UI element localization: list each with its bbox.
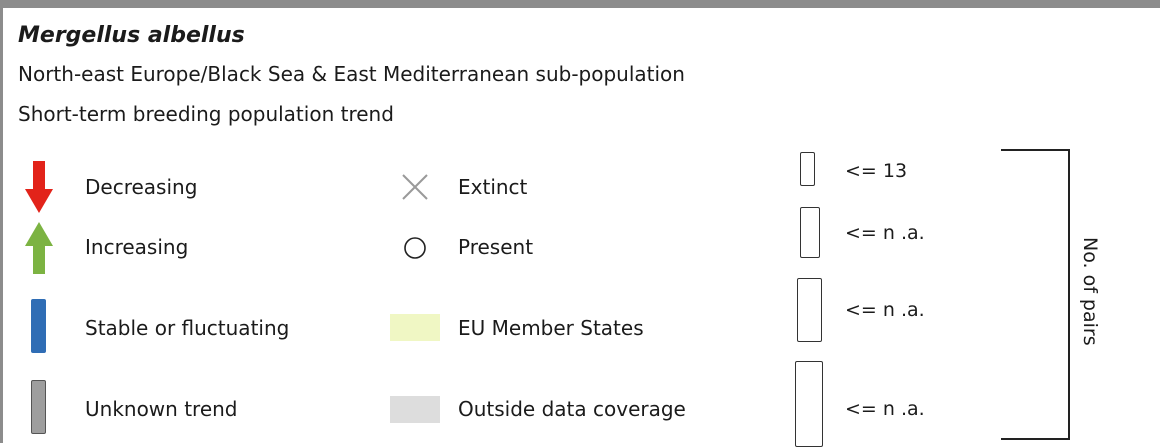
blue-bar-icon (31, 299, 46, 353)
size-label-1: <= 13 (845, 160, 908, 182)
legend-label-decreasing: Decreasing (85, 175, 198, 199)
size-label-4: <= n .a. (845, 398, 925, 420)
frame-border-left (0, 0, 3, 443)
size-box-1 (800, 152, 815, 186)
legend-label-increasing: Increasing (85, 235, 189, 259)
legend-label-outside-coverage: Outside data coverage (458, 397, 686, 421)
frame-border-top (0, 0, 1160, 8)
size-label-3: <= n .a. (845, 299, 925, 321)
grey-swatch-icon (390, 396, 440, 423)
trend-title: Short-term breeding population trend (18, 102, 394, 126)
legend-label-unknown: Unknown trend (85, 397, 238, 421)
green-up-arrow-icon (25, 222, 53, 278)
size-box-2 (800, 207, 820, 258)
size-box-3 (797, 278, 822, 342)
no-of-pairs-label: No. of pairs (1079, 237, 1101, 346)
species-name: Mergellus albellus (18, 23, 245, 48)
grey-bar-icon (31, 380, 46, 434)
population-name: North-east Europe/Black Sea & East Medit… (18, 62, 685, 86)
circle-icon (403, 236, 427, 264)
legend-label-eu-member-states: EU Member States (458, 316, 644, 340)
legend-label-present: Present (458, 235, 534, 259)
legend-label-stable: Stable or fluctuating (85, 316, 290, 340)
red-down-arrow-icon (25, 161, 53, 217)
cross-icon (400, 172, 430, 206)
legend-label-extinct: Extinct (458, 175, 528, 199)
yellow-swatch-icon (390, 314, 440, 341)
size-box-4 (795, 361, 823, 447)
size-bracket (995, 148, 1075, 447)
size-label-2: <= n .a. (845, 222, 925, 244)
